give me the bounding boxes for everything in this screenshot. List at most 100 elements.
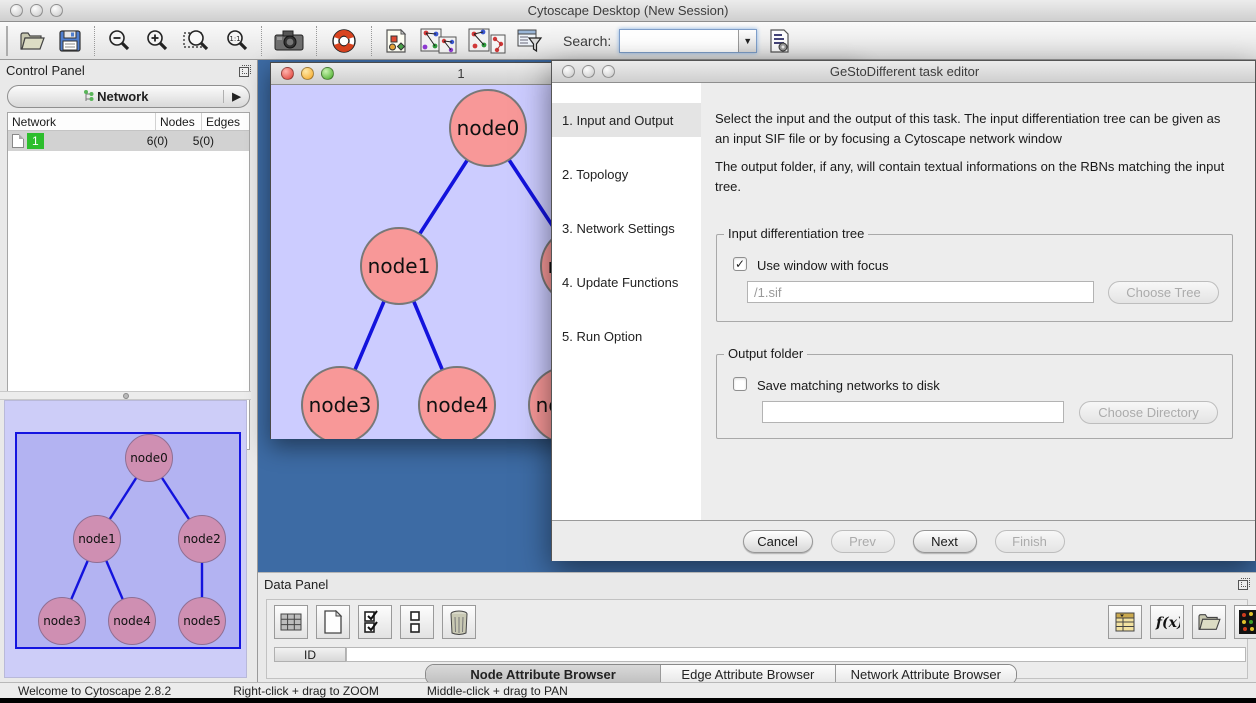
col-network[interactable]: Network (8, 113, 156, 130)
output-folder-group: Output folder Save matching networks to … (716, 354, 1233, 439)
network-list-header: Network Nodes Edges (8, 113, 249, 131)
input-tree-group-label: Input differentiation tree (724, 226, 868, 241)
input-tree-group: Input differentiation tree ✓ Use window … (716, 234, 1233, 322)
network-nodes-count: 6(0) (147, 131, 193, 151)
overview-node[interactable]: node1 (73, 515, 121, 563)
status-pan-hint: Middle-click + drag to PAN (427, 684, 568, 698)
main-toolbar: 1:1 Search: ▼ (0, 22, 1256, 60)
unselect-attributes-icon[interactable] (400, 605, 434, 639)
step-update-functions[interactable]: 4. Update Functions (552, 265, 701, 299)
data-panel-toolbar-right: f(x) (1108, 605, 1256, 639)
float-panel-icon[interactable] (1238, 578, 1250, 590)
control-panel-title: Control Panel (6, 63, 85, 78)
app-title: Cytoscape Desktop (New Session) (0, 3, 1256, 18)
save-session-icon[interactable] (53, 25, 87, 57)
panel-splitter[interactable] (0, 391, 251, 400)
save-networks-checkbox-label[interactable]: Save matching networks to disk (757, 376, 940, 396)
prev-button[interactable]: Prev (831, 530, 895, 553)
input-tree-field[interactable] (747, 281, 1094, 303)
output-folder-group-label: Output folder (724, 346, 807, 361)
dialog-intro-2: The output folder, if any, will contain … (715, 157, 1237, 197)
zoom-selected-region-icon[interactable] (178, 25, 216, 57)
search-input[interactable] (620, 31, 738, 51)
cancel-button[interactable]: Cancel (743, 530, 813, 553)
search-box: ▼ (619, 29, 757, 53)
overview-node[interactable]: node2 (178, 515, 226, 563)
output-folder-field[interactable] (762, 401, 1064, 423)
search-dropdown-arrow[interactable]: ▼ (738, 30, 756, 52)
data-panel: Data Panel f(x) (258, 572, 1256, 682)
tab-network[interactable]: Network ▶ (7, 85, 250, 108)
network-merge-b-icon[interactable] (465, 25, 509, 57)
status-bar: Welcome to Cytoscape 2.8.2 Right-click +… (0, 682, 1256, 698)
select-attributes-icon[interactable] (358, 605, 392, 639)
data-panel-toolbar (274, 605, 484, 639)
network-name-badge: 1 (27, 133, 44, 149)
attribute-grid-icon[interactable] (274, 605, 308, 639)
status-zoom-hint: Right-click + drag to ZOOM (233, 684, 379, 698)
zoom-window-icon[interactable] (321, 67, 334, 80)
graph-node[interactable]: node1 (360, 227, 438, 305)
help-lifering-icon[interactable] (324, 25, 364, 57)
col-edges[interactable]: Edges (202, 113, 246, 130)
overview-node[interactable]: node5 (178, 597, 226, 645)
dialog-titlebar: GeStoDifferent task editor (552, 61, 1255, 83)
overview-node[interactable]: node3 (38, 597, 86, 645)
overview-node[interactable]: node4 (108, 597, 156, 645)
zoom-in-icon[interactable] (140, 25, 174, 57)
network-doc-icon (12, 134, 24, 148)
snapshot-camera-icon[interactable] (269, 25, 309, 57)
open-attribute-file-icon[interactable] (1192, 605, 1226, 639)
overview-node[interactable]: node0 (125, 434, 173, 482)
zoom-actual-size-icon[interactable]: 1:1 (220, 25, 254, 57)
control-panel: Control Panel Network ▶ Network Nodes Ed… (0, 60, 258, 682)
zoom-out-icon[interactable] (102, 25, 136, 57)
close-icon[interactable] (281, 67, 294, 80)
attribute-row-empty (346, 647, 1246, 662)
open-file-icon[interactable] (15, 25, 49, 57)
id-column-header[interactable]: ID (274, 647, 346, 662)
status-welcome: Welcome to Cytoscape 2.8.2 (18, 684, 171, 698)
tab-network-label: Network (97, 89, 148, 104)
graph-node[interactable]: node3 (301, 366, 379, 439)
search-label: Search: (563, 33, 611, 49)
graph-node[interactable]: node0 (449, 89, 527, 167)
step-input-and-output[interactable]: 1. Input and Output (552, 103, 701, 137)
filter-funnel-icon[interactable] (513, 25, 547, 57)
task-editor-dialog: GeStoDifferent task editor 1. Input and … (551, 60, 1256, 561)
search-settings-icon[interactable] (763, 25, 797, 57)
network-overview[interactable]: node0 node1 node2 node3 node4 node5 (4, 400, 247, 678)
screen-bottom-edge (0, 698, 1256, 703)
attribute-matrix-icon[interactable] (1234, 605, 1256, 639)
save-networks-checkbox[interactable] (733, 377, 747, 391)
step-run-option[interactable]: 5. Run Option (552, 319, 701, 353)
network-window-title: 1 (421, 66, 501, 81)
data-panel-title: Data Panel (264, 577, 328, 592)
step-topology[interactable]: 2. Topology (552, 157, 701, 191)
use-window-checkbox-label[interactable]: Use window with focus (757, 256, 889, 276)
step-network-settings[interactable]: 3. Network Settings (552, 211, 701, 245)
dialog-title: GeStoDifferent task editor (552, 64, 1256, 79)
finish-button[interactable]: Finish (995, 530, 1065, 553)
network-edges-count: 5(0) (193, 131, 214, 151)
graph-node[interactable]: node4 (418, 366, 496, 439)
app-titlebar: Cytoscape Desktop (New Session) (0, 0, 1256, 22)
function-builder-icon[interactable]: f(x) (1150, 605, 1184, 639)
import-attribute-table-icon[interactable] (1108, 605, 1142, 639)
vizmapper-doc-icon[interactable] (379, 25, 413, 57)
delete-attribute-icon[interactable] (442, 605, 476, 639)
use-window-checkbox[interactable]: ✓ (733, 257, 747, 271)
choose-directory-button[interactable]: Choose Directory (1079, 401, 1218, 424)
new-attribute-doc-icon[interactable] (316, 605, 350, 639)
network-merge-a-icon[interactable] (417, 25, 461, 57)
next-button[interactable]: Next (913, 530, 977, 553)
toolbar-grip[interactable] (6, 26, 9, 56)
dialog-steps: 1. Input and Output 2. Topology 3. Netwo… (552, 83, 701, 520)
network-list-row[interactable]: 1 6(0) 5(0) (8, 131, 249, 151)
dialog-intro-1: Select the input and the output of this … (715, 109, 1237, 149)
float-panel-icon[interactable] (239, 65, 251, 77)
col-nodes[interactable]: Nodes (156, 113, 202, 130)
choose-tree-button[interactable]: Choose Tree (1108, 281, 1219, 304)
minimize-icon[interactable] (301, 67, 314, 80)
tab-overflow-arrow-icon[interactable]: ▶ (223, 90, 249, 103)
